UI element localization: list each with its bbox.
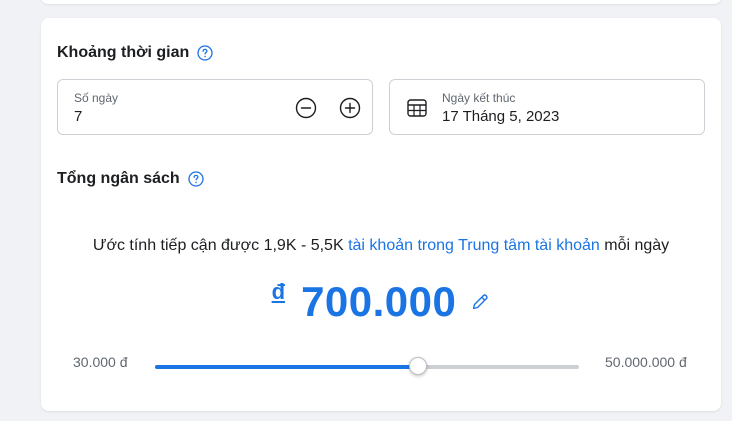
budget-amount[interactable]: 700.000 xyxy=(301,278,456,326)
days-field[interactable]: Số ngày 7 xyxy=(57,79,373,135)
budget-schedule-card: Khoảng thời gian Số ngày 7 Ngày kết thúc… xyxy=(41,18,721,411)
duration-section-title: Khoảng thời gian xyxy=(57,44,213,62)
question-circle-icon[interactable] xyxy=(197,45,213,61)
reach-prefix: Ước tính tiếp cận được 1,9K - 5,5K xyxy=(92,237,349,254)
end-date-label: Ngày kết thúc xyxy=(442,91,516,105)
reach-suffix: mỗi ngày xyxy=(599,237,670,254)
previous-card xyxy=(41,0,721,4)
calendar-icon xyxy=(407,99,427,117)
budget-amount-row: đ 700.000 xyxy=(41,278,721,326)
budget-section-title: Tổng ngân sách xyxy=(57,170,204,188)
duration-title-text: Khoảng thời gian xyxy=(57,44,190,61)
end-date-field[interactable]: Ngày kết thúc 17 Tháng 5, 2023 xyxy=(389,79,705,135)
slider-thumb[interactable] xyxy=(408,357,427,375)
slider-max-label: 50.000.000 đ xyxy=(605,354,687,370)
minus-circle-icon[interactable] xyxy=(295,97,317,119)
pencil-icon[interactable] xyxy=(470,292,490,312)
budget-slider[interactable] xyxy=(155,357,579,375)
estimated-reach-text: Ước tính tiếp cận được 1,9K - 5,5K tài k… xyxy=(41,237,721,255)
plus-circle-icon[interactable] xyxy=(339,97,361,119)
slider-fill xyxy=(155,365,418,369)
question-circle-icon[interactable] xyxy=(188,171,204,187)
days-input[interactable]: 7 xyxy=(74,108,82,125)
slider-min-label: 30.000 đ xyxy=(73,354,128,370)
budget-title-text: Tổng ngân sách xyxy=(57,170,180,187)
currency-symbol[interactable]: đ xyxy=(272,279,285,305)
accounts-center-link[interactable]: tài khoản trong Trung tâm tài khoản xyxy=(348,237,600,254)
days-field-label: Số ngày xyxy=(74,91,119,105)
end-date-value[interactable]: 17 Tháng 5, 2023 xyxy=(442,108,559,125)
